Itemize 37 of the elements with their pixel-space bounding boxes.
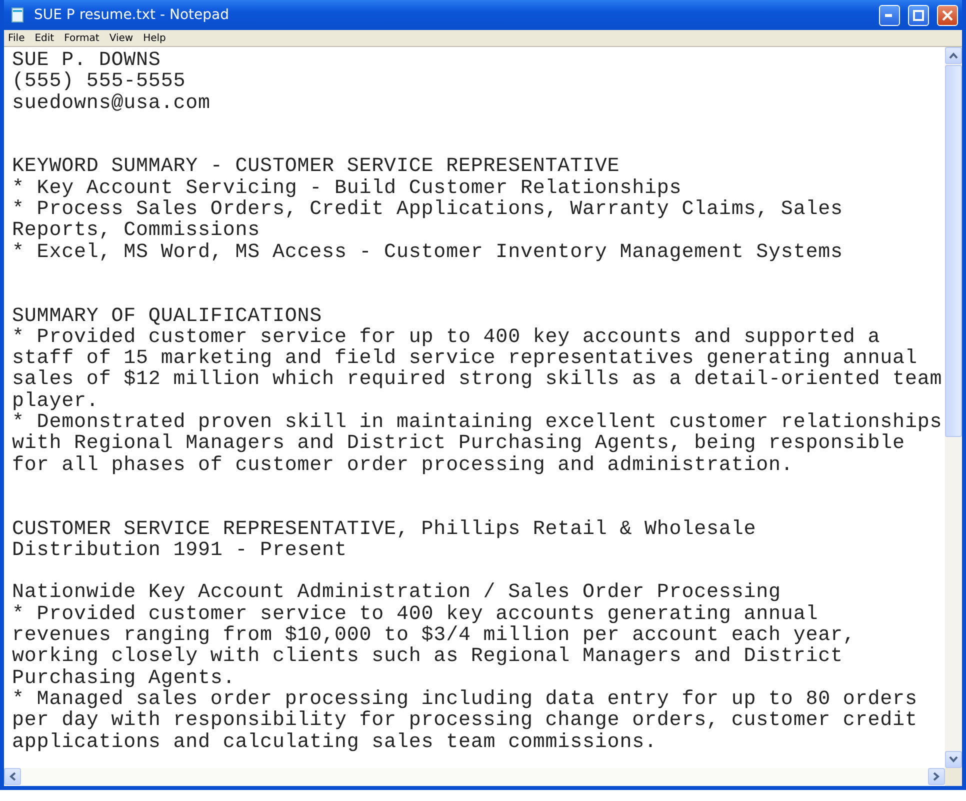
text-line: * Demonstrated proven skill in maintaining excellent customer relationships with Regional Managers and District Purchasing Agents, being responsible for all phases of customer order processing and administration. [12, 412, 942, 476]
text-line: * Process Sales Orders, Credit Applications, Warranty Claims, Sales Reports, Commissions [12, 199, 843, 242]
scroll-down-button[interactable] [945, 751, 962, 768]
text-line: * Managed sales order processing including data entry for up to 80 orders per day with responsibility for processing change orders, customer credit applications and calculating sales team commissions. [12, 688, 918, 753]
notepad-icon [10, 7, 26, 23]
scroll-right-button[interactable] [928, 768, 945, 785]
text-line: SUMMARY OF QUALIFICATIONS [12, 306, 322, 327]
menu-item[interactable]: Help [143, 32, 166, 44]
chevron-down-icon [949, 756, 958, 763]
close-icon [942, 10, 953, 20]
scroll-thumb[interactable] [945, 65, 962, 437]
window-title: SUE P resume.txt - Notepad [34, 7, 230, 23]
text-line: suedowns@usa.com [12, 92, 210, 114]
chevron-left-icon [9, 772, 16, 781]
text-line: * Key Account Servicing - Build Customer Relationships [12, 178, 682, 200]
scroll-up-button[interactable] [945, 47, 962, 64]
maximize-button[interactable] [908, 4, 929, 26]
minimize-button[interactable] [879, 4, 900, 26]
text-line: * Provided customer service for up to 400 key accounts and supported a staff of 15 marketing and field service representatives generating annual sales of $12 million which required strong skills as a detail-oriented team player. [12, 326, 942, 412]
text-line: SUE P. DOWNS [12, 50, 161, 72]
size-grip[interactable] [945, 768, 962, 786]
text-line: (555) 555-5555 [12, 71, 186, 93]
close-button[interactable] [937, 4, 958, 26]
menu-item[interactable]: View [109, 32, 134, 44]
chevron-up-icon [949, 52, 958, 59]
text-line: CUSTOMER SERVICE REPRESENTATIVE, Phillips Retail & Wholesale Distribution 1991 - Present [12, 518, 756, 562]
text-line: * Excel, MS Word, MS Access - Customer Inventory Management Systems [12, 242, 843, 263]
minimize-icon [885, 14, 894, 16]
text-line: Nationwide Key Account Administration / Sales Order Processing [12, 582, 781, 604]
text-line: * Provided customer service to 400 key accounts generating annual revenues ranging from $10,000 to $3/4 million per account each year, working closely with clients such as Regional Managers and District Purchasing Agents. [12, 604, 856, 689]
menu-item[interactable]: Edit [34, 32, 54, 44]
scroll-left-button[interactable] [4, 768, 21, 785]
text-line: KEYWORD SUMMARY - CUSTOMER SERVICE REPRESENTATIVE [12, 156, 620, 178]
menu-item[interactable]: File [8, 32, 25, 44]
maximize-icon [913, 10, 924, 20]
chevron-right-icon [933, 772, 940, 781]
menu-item[interactable]: Format [64, 32, 100, 44]
